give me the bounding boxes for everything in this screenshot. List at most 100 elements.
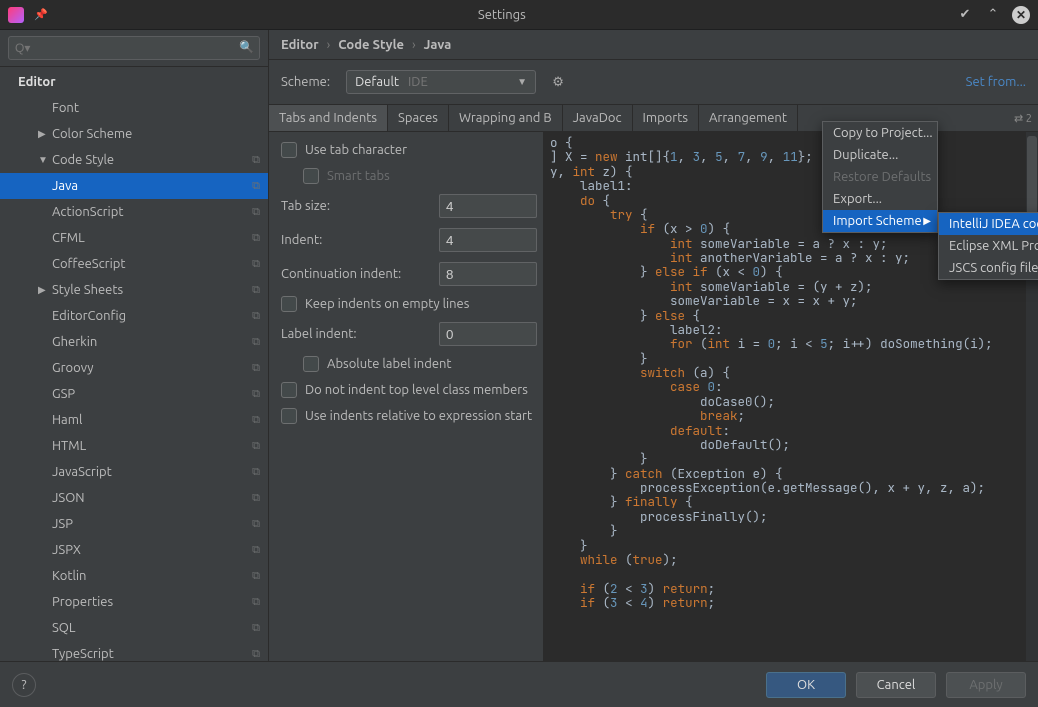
search-icon: 🔍 — [239, 40, 254, 54]
copy-icon: ⧉ — [252, 414, 260, 427]
copy-icon: ⧉ — [252, 596, 260, 609]
tab-arrangement[interactable]: Arrangement — [699, 105, 798, 131]
tree-node-groovy[interactable]: Groovy⧉ — [0, 355, 268, 381]
chevron-right-icon: ▶ — [923, 215, 931, 227]
settings-content-pane: Editor › Code Style › Java Scheme: Defau… — [269, 30, 1038, 661]
set-from-link[interactable]: Set from... — [966, 75, 1026, 89]
settings-tree-pane: 🔍 Editor Font ▶Color Scheme ▼Code Style⧉… — [0, 30, 269, 661]
menu-export[interactable]: Export... — [823, 188, 937, 210]
tree-node-stylesheets[interactable]: ▶Style Sheets⧉ — [0, 277, 268, 303]
label-tab-size: Tab size: — [281, 199, 431, 213]
scheme-label: Scheme: — [281, 75, 330, 89]
menu-import-scheme[interactable]: Import Scheme ▶ — [823, 210, 937, 232]
tree-node-gsp[interactable]: GSP⧉ — [0, 381, 268, 407]
menu-restore-defaults: Restore Defaults — [823, 166, 937, 188]
tree-node-sql[interactable]: SQL⧉ — [0, 615, 268, 641]
scheme-dropdown[interactable]: Default IDE ▼ — [346, 70, 536, 94]
dialog-buttons: ? OK Cancel Apply — [0, 661, 1038, 707]
checkbox-icon[interactable] — [281, 382, 297, 398]
tree-node-font[interactable]: Font — [0, 95, 268, 121]
chevron-right-icon: › — [412, 38, 416, 52]
apply-button[interactable]: Apply — [946, 672, 1026, 698]
copy-icon: ⧉ — [252, 518, 260, 531]
tree-node-jsp[interactable]: JSP⧉ — [0, 511, 268, 537]
menu-eclipse-xml[interactable]: Eclipse XML Profile — [939, 235, 1038, 257]
checkbox-icon[interactable] — [281, 408, 297, 424]
copy-icon: ⧉ — [252, 440, 260, 453]
field-use-tab-character[interactable]: Use tab character — [281, 142, 537, 158]
settings-tree[interactable]: Editor Font ▶Color Scheme ▼Code Style⧉ J… — [0, 67, 268, 661]
search-input[interactable] — [8, 36, 260, 60]
copy-icon: ⧉ — [252, 180, 260, 193]
gear-icon[interactable]: ⚙ — [546, 70, 570, 94]
copy-icon: ⧉ — [252, 492, 260, 505]
import-scheme-submenu: IntelliJ IDEA code style XML Eclipse XML… — [938, 212, 1038, 280]
breadcrumb-item[interactable]: Java — [424, 38, 452, 52]
tree-node-editorconfig[interactable]: EditorConfig⧉ — [0, 303, 268, 329]
tree-node-haml[interactable]: Haml⧉ — [0, 407, 268, 433]
pin-icon[interactable]: 📌 — [34, 8, 48, 21]
copy-icon: ⧉ — [252, 544, 260, 557]
tree-node-jspx[interactable]: JSPX⧉ — [0, 537, 268, 563]
input-indent[interactable] — [439, 228, 537, 252]
tree-node-java[interactable]: Java⧉ — [0, 173, 268, 199]
tree-node-cfml[interactable]: CFML⧉ — [0, 225, 268, 251]
checkbox-icon[interactable] — [303, 356, 319, 372]
checkbox-icon[interactable] — [281, 296, 297, 312]
input-label-indent[interactable] — [439, 322, 537, 346]
tree-node-gherkin[interactable]: Gherkin⧉ — [0, 329, 268, 355]
checkbox-icon — [303, 168, 319, 184]
breadcrumb-item[interactable]: Editor — [281, 38, 319, 52]
input-tab-size[interactable] — [439, 194, 537, 218]
copy-icon: ⧉ — [252, 570, 260, 583]
tree-node-json[interactable]: JSON⧉ — [0, 485, 268, 511]
indent-settings-form: Use tab character Smart tabs Tab size: I… — [269, 132, 544, 661]
close-icon[interactable]: ✕ — [1012, 6, 1030, 24]
tab-tabs-and-indents[interactable]: Tabs and Indents — [269, 105, 388, 131]
window-title: Settings — [48, 8, 956, 22]
tab-wrapping[interactable]: Wrapping and B — [449, 105, 563, 131]
tree-node-color-scheme[interactable]: ▶Color Scheme — [0, 121, 268, 147]
tree-node-html[interactable]: HTML⧉ — [0, 433, 268, 459]
tree-node-editor[interactable]: Editor — [0, 69, 268, 95]
tree-node-properties[interactable]: Properties⧉ — [0, 589, 268, 615]
label-label-indent: Label indent: — [281, 327, 431, 341]
copy-icon: ⧉ — [252, 232, 260, 245]
tree-node-actionscript[interactable]: ActionScript⧉ — [0, 199, 268, 225]
breadcrumb: Editor › Code Style › Java — [269, 30, 1038, 60]
copy-icon: ⧉ — [252, 622, 260, 635]
tree-node-coffeescript[interactable]: CoffeeScript⧉ — [0, 251, 268, 277]
ok-button[interactable]: OK — [766, 672, 846, 698]
minimize-icon[interactable]: ✔ — [956, 6, 974, 24]
copy-icon: ⧉ — [252, 336, 260, 349]
help-button[interactable]: ? — [12, 673, 36, 697]
field-absolute-label-indent[interactable]: Absolute label indent — [281, 356, 537, 372]
tree-node-javascript[interactable]: JavaScript⧉ — [0, 459, 268, 485]
scheme-gear-menu: Copy to Project... Duplicate... Restore … — [822, 121, 938, 233]
cancel-button[interactable]: Cancel — [856, 672, 936, 698]
copy-icon: ⧉ — [252, 466, 260, 479]
chevron-right-icon: › — [327, 38, 331, 52]
chevron-down-icon: ▼ — [517, 76, 527, 88]
breadcrumb-item[interactable]: Code Style — [338, 38, 404, 52]
tab-overflow-indicator[interactable]: ⇄ 2 — [1008, 105, 1038, 131]
tab-spaces[interactable]: Spaces — [388, 105, 449, 131]
menu-duplicate[interactable]: Duplicate... — [823, 144, 937, 166]
field-keep-indents-empty[interactable]: Keep indents on empty lines — [281, 296, 537, 312]
tree-node-code-style[interactable]: ▼Code Style⧉ — [0, 147, 268, 173]
checkbox-icon[interactable] — [281, 142, 297, 158]
tree-node-kotlin[interactable]: Kotlin⧉ — [0, 563, 268, 589]
menu-intellij-xml[interactable]: IntelliJ IDEA code style XML — [939, 213, 1038, 235]
menu-copy-to-project[interactable]: Copy to Project... — [823, 122, 937, 144]
tab-javadoc[interactable]: JavaDoc — [563, 105, 633, 131]
field-use-indents-relative[interactable]: Use indents relative to expression start — [281, 408, 537, 424]
copy-icon: ⧉ — [252, 388, 260, 401]
field-do-not-indent-top-level[interactable]: Do not indent top level class members — [281, 382, 537, 398]
input-continuation-indent[interactable] — [439, 262, 537, 286]
copy-icon: ⧉ — [252, 648, 260, 661]
maximize-icon[interactable]: ⌃ — [984, 6, 1002, 24]
copy-icon: ⧉ — [252, 154, 260, 167]
tab-imports[interactable]: Imports — [633, 105, 699, 131]
tree-node-typescript[interactable]: TypeScript⧉ — [0, 641, 268, 661]
menu-jscs[interactable]: JSCS config file — [939, 257, 1038, 279]
